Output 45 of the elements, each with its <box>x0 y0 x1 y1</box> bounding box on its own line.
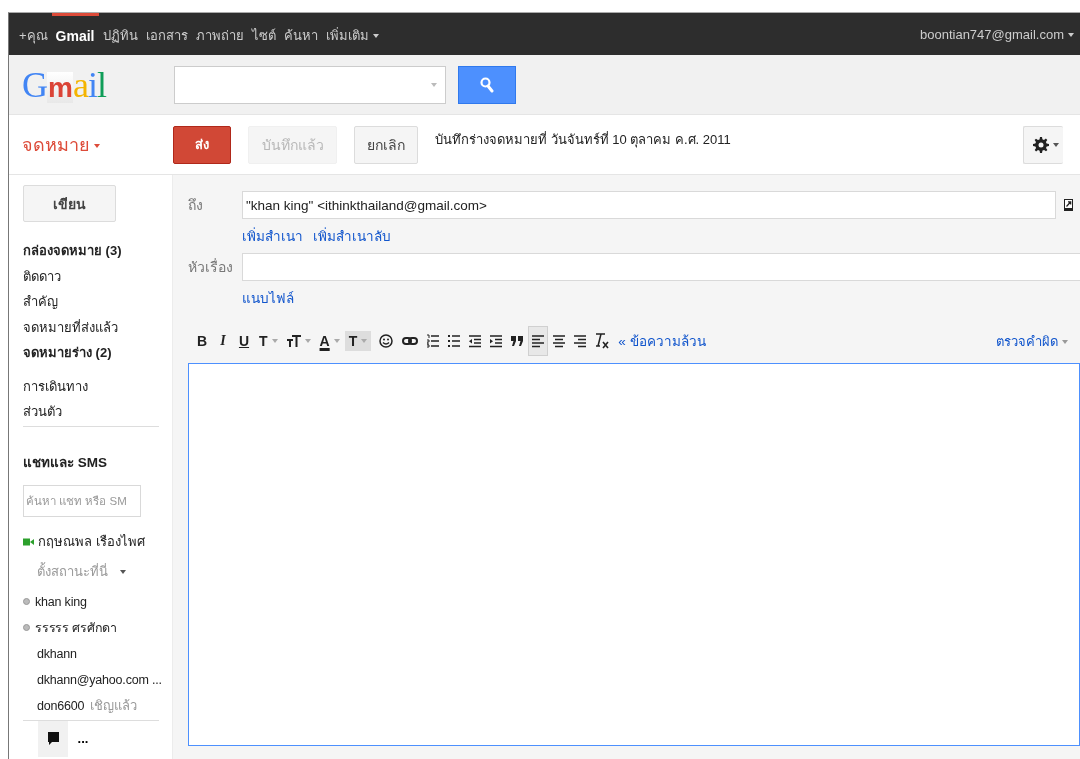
underline-button[interactable]: U <box>234 326 254 356</box>
highlight-button[interactable]: T <box>344 331 372 351</box>
discard-button[interactable]: ยกเลิก <box>354 125 418 164</box>
chat-search-field[interactable]: ค้นหา แชท หรือ SM <box>23 484 141 517</box>
folder-link[interactable]: สำคัญ <box>23 289 172 315</box>
gmail-logo[interactable]: Gmail <box>9 63 174 106</box>
draft-status: บันทึกร่างจดหมายที่ วันจันทร์ที่ 10 ตุลาคม ค.ศ. 2011 <box>435 130 732 150</box>
send-button[interactable]: ส่ง <box>173 125 231 164</box>
top-nav-link[interactable]: +คุณ <box>15 13 52 55</box>
folder-link[interactable]: กล่องจดหมาย (3) <box>23 238 172 264</box>
invite-status: เชิญแล้ว <box>90 697 138 715</box>
top-nav-link[interactable]: ภาพถ่าย <box>191 13 248 55</box>
to-field[interactable]: "khan king" <ithinkthailand@gmail.com> <box>242 191 1056 219</box>
contact-name[interactable]: don6600 <box>37 698 85 713</box>
folder-link[interactable]: ติดดาว <box>23 263 172 289</box>
to-label: ถึง <box>188 196 204 215</box>
folder-link[interactable]: จดหมายที่ส่งแล้ว <box>23 314 172 340</box>
cc-link[interactable]: เพิ่มสำเนาลับ <box>313 225 391 247</box>
top-nav-link[interactable]: ปฏิทิน <box>98 13 142 55</box>
chat-heading: แชทและ SMS <box>23 453 108 472</box>
label-link[interactable]: การเดินทาง <box>23 373 172 399</box>
my-chat-name: กฤษณพล เรืองไพศ <box>38 533 145 551</box>
cc-link[interactable]: เพิ่มสำเนา <box>242 225 303 247</box>
top-nav-link[interactable]: เพิ่มเติม <box>321 13 383 55</box>
top-nav-link[interactable]: ไซต์ <box>247 13 280 55</box>
top-nav-link[interactable]: ค้นหา <box>279 13 322 55</box>
account-menu[interactable]: boontian747@gmail.com <box>920 26 1074 42</box>
contact-name[interactable]: dkhann@yahoo.com ... <box>37 672 162 687</box>
folder-link[interactable]: จดหมายร่าง (2) <box>23 340 172 366</box>
subject-label: หัวเรื่อง <box>188 257 234 277</box>
contact-name[interactable]: dkhann <box>37 646 77 661</box>
font-button[interactable]: T <box>255 326 282 356</box>
contact-name[interactable]: khan king <box>35 594 87 609</box>
italic-button[interactable]: I <box>213 326 233 356</box>
more-tab[interactable]: ... <box>68 720 98 757</box>
label-link[interactable]: ส่วนตัว <box>23 399 172 425</box>
plain-text-link[interactable]: « ข้อความล้วน <box>618 330 706 352</box>
top-nav-link[interactable]: เอกสาร <box>141 13 192 55</box>
bold-button[interactable]: B <box>192 326 212 356</box>
attach-link[interactable]: แนบไฟล์ <box>242 287 294 309</box>
compose-button[interactable]: เขียน <box>23 185 116 222</box>
contact-name[interactable]: รรรรร ศรศักดา <box>35 617 118 638</box>
color-button[interactable]: A <box>315 326 344 356</box>
mail-menu[interactable]: จดหมาย <box>9 130 173 159</box>
spellcheck-menu[interactable]: ตรวจคำผิด <box>996 330 1068 352</box>
